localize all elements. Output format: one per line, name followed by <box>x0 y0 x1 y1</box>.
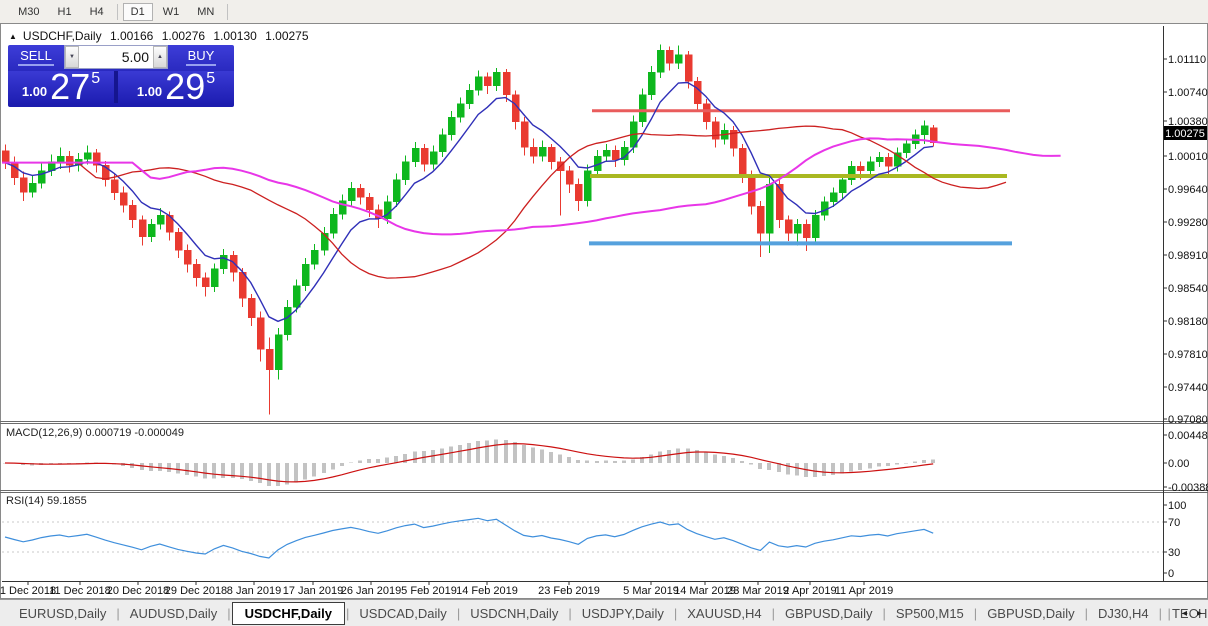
date-axis-label: 26 Jan 2019 <box>341 585 402 597</box>
date-axis-label: 20 Dec 2018 <box>107 585 169 597</box>
indicator-axis-label: -0.003883 <box>1168 482 1208 494</box>
tab-separator: | <box>346 605 350 621</box>
macd-panel <box>3 439 935 486</box>
ohlc-high: 1.00276 <box>161 29 206 43</box>
price-axis-label: 0.97440 <box>1168 382 1208 394</box>
tab-separator: | <box>973 605 978 621</box>
date-axis-label: 11 Apr 2019 <box>835 585 894 597</box>
sell-price[interactable]: 1.00 27 5 <box>8 66 118 107</box>
date-axis-label: 8 Jan 2019 <box>227 585 281 597</box>
rsi-label: RSI(14) 59.1855 <box>6 495 87 507</box>
panel-toggle-icon[interactable]: ▲ <box>9 32 17 41</box>
chart-symbol-label: USDCHF,Daily <box>22 29 102 43</box>
tab-separator: | <box>456 605 461 621</box>
tab-scroll-controls: | ◂ ▸ <box>1167 606 1202 621</box>
price-axis-label: 0.98910 <box>1168 250 1208 262</box>
tab-xauusd-h4[interactable]: XAUUSD,H4 <box>678 603 770 624</box>
indicator-axis-label: 30 <box>1168 547 1180 559</box>
tab-audusd-daily[interactable]: AUDUSD,Daily <box>121 603 226 624</box>
rsi-panel <box>2 517 1163 559</box>
tab-usdcad-daily[interactable]: USDCAD,Daily <box>350 603 455 624</box>
scroll-left-icon[interactable]: ◂ <box>1182 608 1187 619</box>
tab-separator: | <box>568 605 572 621</box>
ma-mid-line <box>2 125 1007 279</box>
volume-decrease-icon[interactable]: ▼ <box>65 46 79 68</box>
tab-separator: | <box>116 605 120 621</box>
buy-price-sup: 5 <box>206 70 216 87</box>
buy-price-prefix: 1.00 <box>136 83 163 99</box>
tab-separator: | <box>771 605 776 621</box>
sell-price-big: 27 <box>50 66 91 107</box>
date-axis-label: 1 Dec 2018 <box>0 585 56 597</box>
price-axis-label: 1.01110 <box>1168 54 1206 66</box>
tab-dj30-h4[interactable]: DJ30,H4 <box>1089 603 1158 624</box>
current-price-text: 1.00275 <box>1165 128 1205 140</box>
date-axis-label: 5 Mar 2019 <box>623 585 679 597</box>
ma-fast-line <box>4 81 934 323</box>
tab-usdjpy-daily[interactable]: USDJPY,Daily <box>573 603 673 624</box>
ohlc-open: 1.00166 <box>109 29 154 43</box>
tab-eurusd-daily[interactable]: EURUSD,Daily <box>10 603 115 624</box>
tab-gbpusd-daily[interactable]: GBPUSD,Daily <box>978 603 1083 624</box>
tab-separator: | <box>673 605 678 621</box>
price-axis-label: 1.00740 <box>1168 87 1208 99</box>
tab-separator: | <box>1167 605 1171 621</box>
date-axis-label: 17 Jan 2019 <box>283 585 344 597</box>
tab-separator: | <box>1084 605 1088 621</box>
volume-increase-icon[interactable]: ▲ <box>153 46 167 68</box>
buy-button-label: BUY <box>185 48 217 66</box>
price-axis-label: 0.97080 <box>1168 414 1208 426</box>
date-axis-label: 2 Apr 2019 <box>783 585 836 597</box>
ohlc-close: 1.00275 <box>265 29 309 43</box>
date-axis-label: 23 Feb 2019 <box>538 585 600 597</box>
indicator-axis-label: 0 <box>1168 568 1174 580</box>
price-axis-label: 0.99280 <box>1168 217 1208 229</box>
date-axis-label: 14 Feb 2019 <box>456 585 518 597</box>
symbol-tab-bar: EURUSD,Daily | AUDUSD,Daily | USDCHF,Daily | U… <box>0 599 1208 626</box>
indicator-axis-label: 0.00 <box>1168 458 1189 470</box>
ohlc-low: 1.00130 <box>213 29 257 43</box>
tab-separator: | <box>1158 605 1162 621</box>
volume-input[interactable] <box>79 46 153 68</box>
tab-usdchf-daily[interactable]: USDCHF,Daily <box>231 601 346 625</box>
date-axis-label: 5 Feb 2019 <box>401 585 457 597</box>
trading-app: 5M30H1H4D1W1MN 1.011101.007401.003801.00… <box>0 0 1208 626</box>
tab-gbpusd-daily[interactable]: GBPUSD,Daily <box>776 603 881 624</box>
tab-separator: | <box>882 605 886 621</box>
tab-separator: | <box>227 605 231 621</box>
price-axis-label: 1.00010 <box>1168 151 1208 163</box>
indicator-axis-label: 70 <box>1168 517 1180 529</box>
tab-usdcnh-daily[interactable]: USDCNH,Daily <box>461 603 567 624</box>
indicator-axis-label: 100 <box>1168 500 1186 512</box>
price-axis-label: 0.98180 <box>1168 316 1208 328</box>
date-axis-label: 11 Dec 2018 <box>49 585 111 597</box>
price-axis-label: 0.98540 <box>1168 283 1208 295</box>
buy-price-big: 29 <box>165 66 206 107</box>
chart-header: ▲ USDCHF,Daily 1.00166 1.00276 1.00130 1.… <box>9 29 314 43</box>
sell-price-sup: 5 <box>91 70 101 87</box>
sell-price-prefix: 1.00 <box>21 83 48 99</box>
date-axis-label: 23 Mar 2019 <box>727 585 789 597</box>
scroll-right-icon[interactable]: ▸ <box>1197 608 1202 619</box>
macd-label: MACD(12,26,9) 0.000719 -0.000049 <box>6 427 184 439</box>
date-axis-label: 29 Dec 2018 <box>165 585 227 597</box>
tab-sp500-m15[interactable]: SP500,M15 <box>887 603 973 624</box>
sell-button-label: SELL <box>18 48 54 66</box>
macd-histogram <box>3 439 935 486</box>
price-axis-label: 0.99640 <box>1168 184 1208 196</box>
indicator-axis-label: 0.004487 <box>1168 430 1208 442</box>
one-click-trade-panel: SELL ▼ ▲ BUY 1.00 27 5 1.00 29 5 <box>8 45 234 107</box>
buy-price[interactable]: 1.00 29 5 <box>118 66 234 107</box>
price-axis-label: 0.97810 <box>1168 349 1208 361</box>
